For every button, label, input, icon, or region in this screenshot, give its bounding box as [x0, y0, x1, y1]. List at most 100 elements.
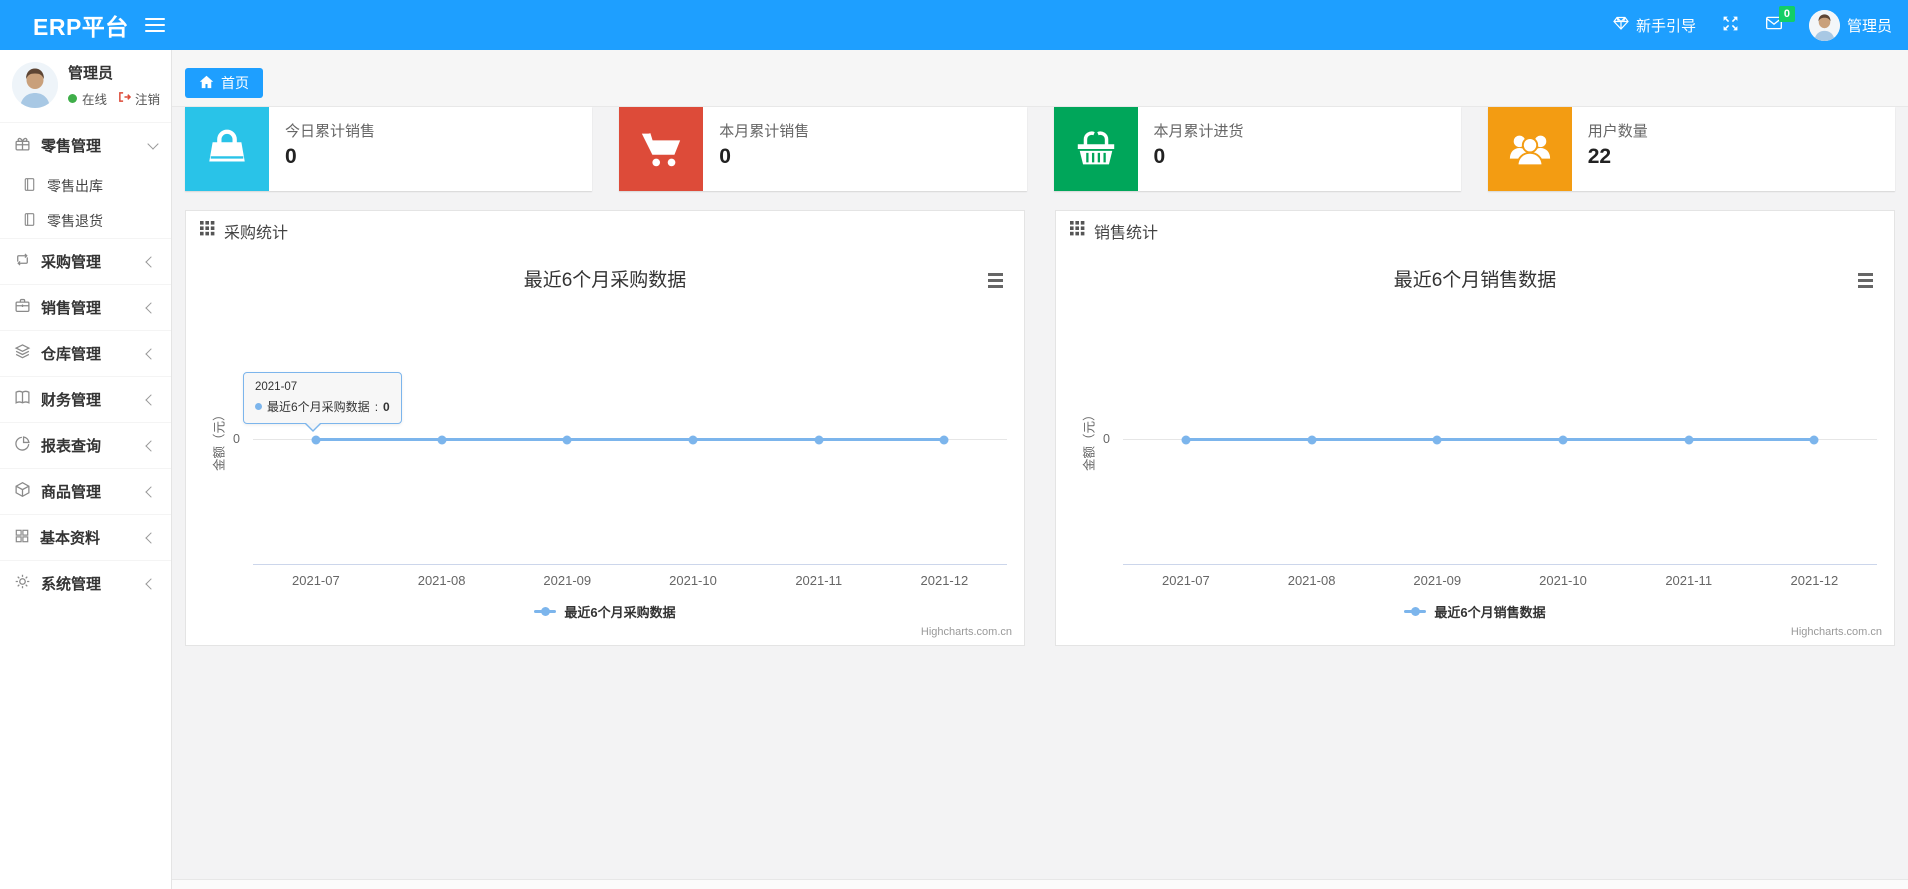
gem-icon [1613, 15, 1629, 35]
top-navbar: ERP平台 新手引导 0 管理员 [0, 0, 1908, 50]
legend-label: 最近6个月采购数据 [564, 605, 676, 620]
series-line [315, 438, 945, 441]
sidebar-user-panel: 管理员 在线 注销 [0, 50, 171, 122]
logout-link[interactable]: 注销 [118, 89, 160, 108]
sidebar-item-system[interactable]: 系统管理 [0, 560, 171, 606]
tab-home-label: 首页 [221, 75, 249, 91]
highcharts-credits-link[interactable]: Highcharts.com.cn [1791, 626, 1882, 638]
message-count-badge: 0 [1778, 6, 1795, 22]
y-axis-tick: 0 [233, 432, 240, 446]
sign-out-icon [118, 91, 132, 106]
sidebar-item-sales[interactable]: 销售管理 [0, 284, 171, 330]
sidebar-item-label: 基本资料 [40, 530, 101, 547]
panel-title: 销售统计 [1094, 225, 1159, 242]
sidebar-item-warehouse[interactable]: 仓库管理 [0, 330, 171, 376]
sidebar-item-retail[interactable]: 零售管理 [0, 122, 171, 168]
legend-item[interactable]: 最近6个月销售数据 [1056, 602, 1894, 621]
file-icon [22, 212, 37, 230]
th-grid-icon [1070, 221, 1085, 241]
app-brand: ERP平台 [33, 14, 129, 40]
shopping-bag-icon [185, 107, 269, 191]
box-icon [14, 481, 31, 502]
sales-stats-panel: 销售统计 最近6个月销售数据 金额（元） 0 最近6个月销售数据 Highcha… [1055, 210, 1895, 646]
tab-home[interactable]: 首页 [185, 68, 263, 98]
sidebar-user-name: 管理员 [68, 65, 114, 82]
briefcase-icon [14, 297, 31, 318]
shopping-basket-icon [1053, 107, 1138, 191]
panel-header: 采购统计 [186, 211, 1024, 251]
sidebar-item-products[interactable]: 商品管理 [0, 468, 171, 514]
x-axis-tick-label: 2021-10 [1539, 573, 1587, 588]
chart-title: 最近6个月销售数据 [1393, 270, 1557, 291]
stat-label: 本月累计进货 [1153, 123, 1244, 140]
highcharts-credits-link[interactable]: Highcharts.com.cn [921, 626, 1012, 638]
chart-context-menu-icon[interactable] [1852, 269, 1878, 291]
x-axis-tick-label: 2021-07 [292, 573, 340, 588]
legend-line-marker-icon [534, 607, 557, 616]
stat-card-month-sales[interactable]: 本月累计销售 0 [619, 107, 1027, 191]
chevron-left-icon [145, 485, 157, 498]
sidebar-item-label: 零售出库 [47, 177, 103, 194]
file-icon [22, 177, 37, 195]
tooltip-series-dot [255, 403, 262, 410]
guide-label: 新手引导 [1635, 17, 1696, 35]
chart-context-menu-icon[interactable] [982, 269, 1008, 291]
avatar [12, 62, 58, 108]
x-axis-tick-label: 2021-09 [1413, 573, 1462, 588]
sidebar-item-retail-outbound[interactable]: 零售出库 [0, 168, 171, 203]
legend-label: 最近6个月销售数据 [1434, 605, 1546, 620]
stat-label: 今日累计销售 [285, 123, 376, 140]
panel-title: 采购统计 [224, 225, 289, 242]
tooltip-value: 0 [383, 399, 390, 414]
stat-label: 用户数量 [1587, 123, 1648, 140]
x-axis-tick-label: 2021-11 [795, 573, 843, 588]
x-axis-tick-label: 2021-11 [1665, 573, 1713, 588]
sidebar-item-label: 系统管理 [41, 576, 102, 593]
sales-chart: 最近6个月销售数据 金额（元） 0 最近6个月销售数据 Highcharts.c… [1056, 251, 1894, 645]
stat-value: 0 [285, 145, 297, 168]
chevron-left-icon [145, 577, 157, 590]
sidebar-toggle-icon[interactable] [144, 17, 165, 33]
stat-value: 22 [1587, 145, 1612, 168]
stat-card-today-sales[interactable]: 今日累计销售 0 [185, 107, 593, 191]
chart-tooltip: 2021-07 最近6个月采购数据: 0 [243, 372, 402, 432]
sidebar-menu: 零售管理 零售出库 零售退货 采购管理 销售管理 仓库管理 财务管理 报表查询 … [0, 122, 171, 606]
sidebar-item-finance[interactable]: 财务管理 [0, 376, 171, 422]
legend-item[interactable]: 最近6个月采购数据 [186, 602, 1024, 621]
tooltip-category: 2021-07 [255, 381, 298, 393]
stat-value: 0 [719, 145, 731, 168]
x-axis-line [253, 564, 1008, 565]
stat-card-user-count[interactable]: 用户数量 22 [1487, 107, 1895, 191]
grid-icon [14, 528, 30, 548]
sidebar-item-label: 销售管理 [41, 300, 102, 317]
stat-label: 本月累计销售 [719, 123, 810, 140]
fullscreen-button[interactable] [1722, 15, 1739, 36]
book-icon [14, 389, 31, 410]
online-status-label: 在线 [82, 93, 108, 107]
layers-icon [14, 343, 31, 364]
messages-button[interactable]: 0 [1765, 6, 1795, 35]
charts-row: 采购统计 最近6个月采购数据 金额（元） 0 2021-07 最近6个月采购数据… [185, 210, 1895, 646]
guide-button[interactable]: 新手引导 [1613, 15, 1696, 36]
footer-strip [172, 879, 1908, 889]
sidebar-item-label: 仓库管理 [41, 346, 102, 363]
sidebar-item-purchasing[interactable]: 采购管理 [0, 238, 171, 284]
legend-line-marker-icon [1404, 607, 1427, 616]
user-menu[interactable]: 管理员 [1808, 9, 1892, 41]
chevron-left-icon [145, 531, 157, 544]
sidebar: 管理员 在线 注销 零售管理 零售出库 零售退货 采购管理 销售管理 仓库管理 … [0, 50, 172, 889]
sidebar-item-label: 零售管理 [41, 138, 102, 155]
sidebar-submenu-retail: 零售出库 零售退货 [0, 168, 171, 238]
chevron-left-icon [145, 347, 157, 360]
x-axis-tick-label: 2021-12 [920, 573, 969, 588]
stat-value: 0 [1153, 145, 1166, 168]
sidebar-item-retail-returns[interactable]: 零售退货 [0, 203, 171, 238]
username-label: 管理员 [1846, 17, 1892, 35]
sidebar-item-reports[interactable]: 报表查询 [0, 422, 171, 468]
avatar [1808, 9, 1840, 41]
x-axis-tick-label: 2021-10 [669, 573, 717, 588]
sidebar-item-basic-data[interactable]: 基本资料 [0, 514, 171, 560]
chevron-left-icon [145, 301, 157, 314]
series-line [1185, 438, 1815, 441]
stat-card-month-purchases[interactable]: 本月累计进货 0 [1053, 107, 1461, 191]
